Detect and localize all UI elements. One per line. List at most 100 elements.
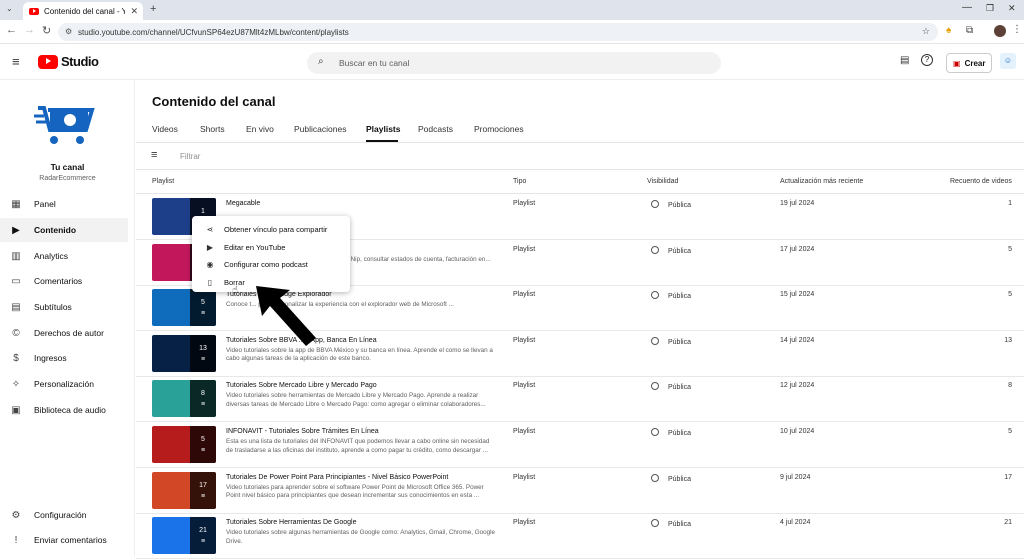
table-row[interactable]: 8 ≡ Tutoriales Sobre Mercado Libre y Mer… — [136, 376, 1024, 423]
menu-item-share-link[interactable]: ⋖ Obtener vínculo para compartir — [192, 221, 350, 239]
dollar-icon: $ — [13, 352, 19, 364]
table-row[interactable]: 5 ≡ INFONAVIT - Tutoriales Sobre Trámite… — [136, 422, 1024, 468]
maximize-icon[interactable]: ❐ — [986, 3, 994, 14]
tab-search-icon[interactable]: ⌄ — [6, 4, 13, 13]
site-info-icon[interactable]: ⚙ — [65, 27, 72, 36]
playlist-title[interactable]: Tutoriales De Power Point Para Principia… — [226, 474, 448, 481]
filter-icon[interactable]: ≡ — [151, 149, 157, 161]
visibility-label: Pública — [668, 521, 691, 529]
sidebar-item-label: Analytics — [34, 251, 69, 261]
forward-icon[interactable]: → — [24, 24, 35, 36]
profile-avatar[interactable] — [994, 25, 1006, 37]
browser-tab-title: Contenido del canal - YouTube — [44, 6, 126, 16]
playlist-count-overlay: 13 ≡ — [190, 334, 216, 372]
globe-icon — [651, 200, 659, 208]
search-placeholder: Buscar en tu canal — [339, 58, 410, 68]
playlist-title[interactable]: Megacable — [226, 200, 260, 207]
playlist-thumbnail[interactable]: 5 ≡ — [152, 426, 216, 463]
studio-header: ≡ Studio ⌕ Buscar en tu canal ▤ ? ▣ Crea… — [0, 44, 1024, 80]
sidebar-item-label: Derechos de autor — [34, 328, 104, 338]
sidebar-item-settings[interactable]: ⚙ Configuración — [0, 503, 128, 527]
playlist-queue-icon: ≡ — [200, 538, 206, 546]
playlist-title[interactable]: Tutoriales Sobre Herramientas De Google — [226, 519, 356, 526]
feedback-header-icon[interactable]: ▤ — [900, 55, 909, 66]
sidebar-item-analytics[interactable]: ▥ Analytics — [0, 244, 128, 268]
help-icon[interactable]: ? — [921, 54, 933, 66]
playlist-updated-date: 10 jul 2024 — [780, 428, 815, 435]
sidebar-item-label: Configuración — [34, 510, 87, 520]
hamburger-menu-icon[interactable]: ≡ — [12, 54, 20, 69]
playlist-thumbnail[interactable]: 8 ≡ — [152, 380, 216, 418]
column-header-playlist[interactable]: Playlist — [152, 178, 174, 185]
sidebar-item-content[interactable]: ▶ Contenido — [0, 218, 128, 242]
close-tab-icon[interactable]: ✕ — [130, 6, 138, 17]
reload-icon[interactable]: ↻ — [42, 24, 51, 37]
tab-videos[interactable]: Videos — [152, 124, 178, 134]
column-header-video-count[interactable]: Recuento de videos — [950, 178, 1012, 185]
sidebar-item-label: Biblioteca de audio — [34, 405, 106, 415]
tab-promotions[interactable]: Promociones — [474, 124, 524, 134]
sidebar-item-customization[interactable]: ✧ Personalización — [0, 372, 128, 396]
playlist-visibility: Pública — [651, 519, 691, 528]
column-header-updated[interactable]: Actualización más reciente — [780, 178, 863, 185]
playlist-thumbnail[interactable]: 5 ≡ — [152, 289, 216, 327]
playlist-visibility: Pública — [651, 200, 691, 209]
menu-item-set-podcast[interactable]: ◉ Configurar como podcast — [192, 256, 350, 274]
playlist-type: Playlist — [513, 519, 536, 527]
wand-icon: ✧ — [11, 378, 21, 390]
playlist-count-overlay: 5 ≡ — [190, 426, 216, 463]
back-icon[interactable]: ← — [6, 24, 17, 36]
globe-icon — [651, 428, 659, 436]
browser-tab[interactable]: Contenido del canal - YouTube ✕ — [23, 2, 143, 20]
column-header-type[interactable]: Tipo — [513, 178, 526, 185]
column-header-visibility[interactable]: Visibilidad — [647, 178, 678, 185]
menu-item-edit-youtube[interactable]: ▶ Editar en YouTube — [192, 239, 350, 257]
new-tab-button[interactable]: + — [150, 3, 156, 15]
tab-podcasts[interactable]: Podcasts — [418, 124, 453, 134]
tab-live[interactable]: En vivo — [246, 124, 274, 134]
account-avatar[interactable]: ☺ — [1000, 53, 1016, 69]
extensions-puzzle-icon[interactable]: ⧉ — [966, 25, 973, 36]
search-input[interactable]: ⌕ Buscar en tu canal — [307, 52, 721, 74]
close-window-icon[interactable]: ✕ — [1008, 3, 1016, 14]
playlist-updated-date: 4 jul 2024 — [780, 519, 811, 527]
tab-posts[interactable]: Publicaciones — [294, 124, 346, 134]
visibility-label: Pública — [668, 384, 691, 392]
content-icon: ▶ — [12, 224, 20, 236]
logo-text: Studio — [61, 54, 99, 69]
sidebar-item-comments[interactable]: ▭ Comentarios — [0, 269, 128, 293]
sidebar-item-panel[interactable]: ▦ Panel — [0, 192, 128, 216]
minimize-icon[interactable]: — — [962, 2, 972, 13]
playlist-title[interactable]: Tutoriales Sobre Mercado Libre y Mercado… — [226, 382, 377, 389]
playlist-thumbnail[interactable]: 21 ≡ — [152, 517, 216, 555]
browser-tabstrip: ⌄ Contenido del canal - YouTube ✕ + — ❐ … — [0, 0, 1024, 20]
sidebar-item-feedback[interactable]: ! Enviar comentarios — [0, 528, 128, 552]
table-row[interactable]: 21 ≡ Tutoriales Sobre Herramientas De Go… — [136, 513, 1024, 559]
analytics-icon: ▥ — [11, 250, 21, 262]
audio-library-icon: ▣ — [11, 404, 21, 416]
filter-input[interactable]: Filtrar — [180, 152, 200, 161]
playlist-thumbnail[interactable]: 17 ≡ — [152, 471, 216, 509]
playlist-description: Video tutoriales sobre herramientas de M… — [226, 392, 486, 408]
channel-avatar-cart-icon[interactable] — [34, 98, 96, 148]
sidebar-item-copyright[interactable]: © Derechos de autor — [0, 321, 128, 345]
create-button[interactable]: ▣ Crear — [946, 53, 993, 73]
sidebar-item-earn[interactable]: $ Ingresos — [0, 346, 128, 370]
tab-playlists[interactable]: Playlists — [366, 124, 401, 134]
youtube-icon: ▶ — [206, 242, 214, 252]
sidebar-item-subtitles[interactable]: ▤ Subtítulos — [0, 295, 128, 319]
bookmark-star-icon[interactable]: ☆ — [922, 26, 930, 37]
playlist-thumbnail[interactable]: 13 ≡ — [152, 334, 216, 372]
browser-menu-icon[interactable]: ⋮ — [1012, 24, 1022, 35]
playlist-title[interactable]: INFONAVIT - Tutoriales Sobre Trámites En… — [226, 428, 379, 435]
table-row[interactable]: 17 ≡ Tutoriales De Power Point Para Prin… — [136, 468, 1024, 514]
thumb-count: 17 — [199, 481, 207, 489]
extension-icon[interactable]: ♠ — [946, 25, 951, 36]
channel-name: RadarEcommerce — [39, 175, 96, 182]
address-bar[interactable]: ⚙ studio.youtube.com/channel/UCfvunSP64e… — [58, 23, 938, 41]
visibility-label: Pública — [668, 475, 691, 483]
playlist-video-count: 13 — [1004, 336, 1012, 344]
tab-shorts[interactable]: Shorts — [200, 124, 225, 134]
sidebar-item-audio-library[interactable]: ▣ Biblioteca de audio — [0, 398, 128, 422]
studio-logo[interactable]: Studio — [38, 54, 99, 69]
